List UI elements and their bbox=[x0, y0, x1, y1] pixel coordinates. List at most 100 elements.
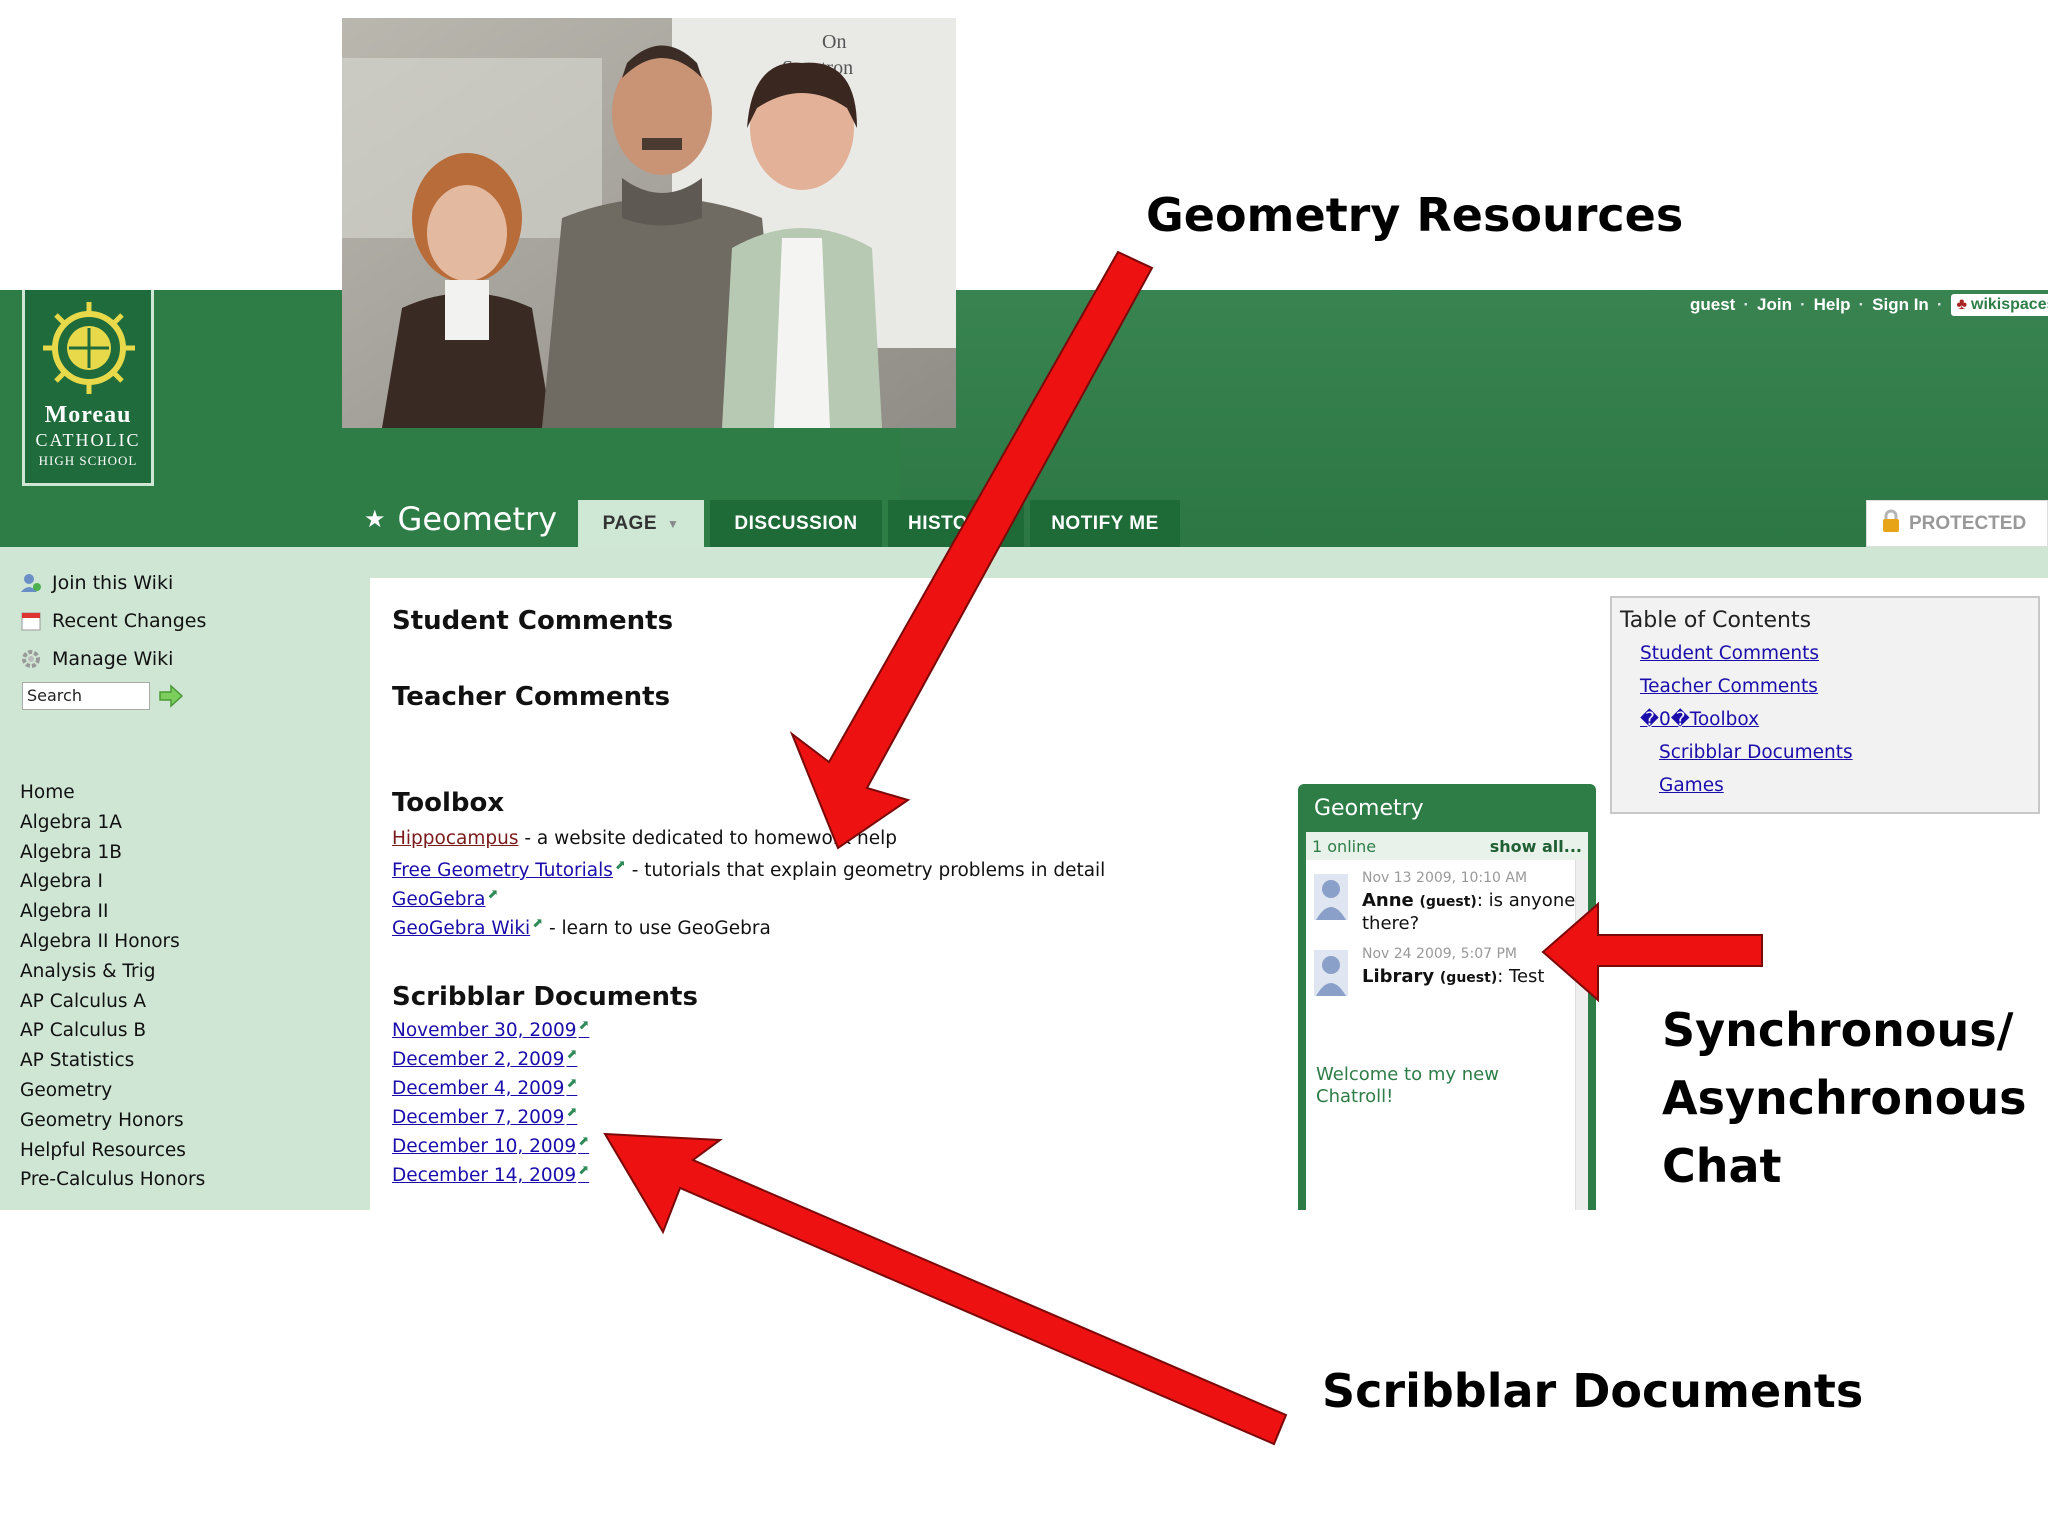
logo-line-1: Moreau bbox=[44, 402, 132, 428]
help-link[interactable]: Help bbox=[1814, 295, 1851, 315]
toc-link-scribblar-documents[interactable]: Scribblar Documents bbox=[1659, 742, 1853, 763]
sidebar-join-label: Join this Wiki bbox=[52, 572, 174, 594]
free-geometry-tutorials-link[interactable]: Free Geometry Tutorials bbox=[392, 860, 613, 881]
chat-user-tag: (guest) bbox=[1439, 970, 1498, 986]
external-link-icon: ⬈ bbox=[614, 858, 626, 873]
sidebar-nav-item[interactable]: Algebra II Honors bbox=[20, 931, 180, 952]
wikispaces-icon: ♣ bbox=[1956, 296, 1968, 313]
search-go-arrow-icon[interactable] bbox=[158, 684, 184, 708]
content-top-strip bbox=[370, 547, 2048, 578]
scribblar-document-link[interactable]: November 30, 2009 ⬈ bbox=[392, 1018, 589, 1041]
sidebar-nav-item[interactable]: Geometry bbox=[20, 1080, 112, 1101]
toc-link-games[interactable]: Games bbox=[1659, 775, 1724, 796]
toolbox-item: Hippocampus - a website dedicated to hom… bbox=[392, 828, 897, 849]
ship-wheel-icon bbox=[43, 302, 135, 394]
search-input[interactable]: Search bbox=[22, 682, 150, 710]
chat-online-bar: 1 online show all... bbox=[1306, 832, 1588, 860]
hippocampus-link[interactable]: Hippocampus bbox=[392, 828, 519, 849]
show-all-link[interactable]: show all... bbox=[1490, 837, 1582, 856]
chat-welcome-message: Welcome to my new Chatroll! bbox=[1316, 1064, 1499, 1107]
scribblar-document-label: December 14, 2009 bbox=[392, 1165, 577, 1187]
toc-link-teacher-comments[interactable]: Teacher Comments bbox=[1640, 676, 1818, 697]
toc-link-toolbox[interactable]: �0�Toolbox bbox=[1640, 709, 1759, 730]
sidebar-nav-item[interactable]: Algebra II bbox=[20, 901, 108, 922]
sidebar-join-wiki[interactable]: Join this Wiki bbox=[20, 572, 173, 594]
scribblar-document-link[interactable]: December 2, 2009 ⬈ bbox=[392, 1047, 577, 1070]
external-link-icon: ⬈ bbox=[578, 1134, 590, 1149]
sidebar-nav-item[interactable]: Algebra I bbox=[20, 871, 103, 892]
annotation-chat-line-3: Chat bbox=[1662, 1139, 1782, 1193]
scribblar-document-link[interactable]: December 7, 2009 ⬈ bbox=[392, 1105, 577, 1128]
scribblar-document-label: December 2, 2009 bbox=[392, 1049, 565, 1071]
scribblar-document-label: December 4, 2009 bbox=[392, 1078, 565, 1100]
sidebar-nav-item[interactable]: Home bbox=[20, 782, 75, 803]
toolbox-heading: Toolbox bbox=[392, 788, 505, 818]
protected-label: PROTECTED bbox=[1909, 512, 2027, 534]
scribblar-document-label: December 7, 2009 bbox=[392, 1107, 565, 1129]
chat-user: Anne bbox=[1362, 890, 1414, 911]
wikispaces-label: wikispaces bbox=[1971, 296, 2048, 313]
geogebra-link[interactable]: GeoGebra bbox=[392, 889, 485, 910]
teacher-comments-heading: Teacher Comments bbox=[392, 682, 671, 712]
annotation-chat-line-1: Synchronous/ bbox=[1662, 1003, 2014, 1057]
chat-scrollbar[interactable] bbox=[1575, 860, 1588, 1210]
external-link-icon: ⬈ bbox=[487, 887, 499, 902]
sidebar-nav-item[interactable]: AP Statistics bbox=[20, 1050, 134, 1071]
sidebar-nav-item[interactable]: Algebra 1A bbox=[20, 812, 122, 833]
tab-discussion[interactable]: DISCUSSION bbox=[710, 500, 882, 547]
tab-page-label: PAGE bbox=[602, 512, 658, 534]
sidebar-manage-wiki[interactable]: Manage Wiki bbox=[20, 648, 173, 670]
chat-message: Anne (guest): is anyone there? bbox=[1362, 890, 1582, 935]
sidebar-nav-item[interactable]: AP Calculus B bbox=[20, 1020, 146, 1041]
chat-message-time: Nov 24 2009, 5:07 PM bbox=[1362, 946, 1517, 962]
geogebra-wiki-link[interactable]: GeoGebra Wiki bbox=[392, 918, 530, 939]
external-link-icon: ⬈ bbox=[566, 1047, 578, 1062]
chat-user: Library bbox=[1362, 966, 1435, 987]
toc-link-student-comments[interactable]: Student Comments bbox=[1640, 643, 1819, 664]
avatar bbox=[1314, 950, 1348, 996]
sidebar-nav-item[interactable]: Analysis & Trig bbox=[20, 961, 155, 982]
external-link-icon: ⬈ bbox=[566, 1076, 578, 1091]
toolbox-item: GeoGebra Wiki ⬈ - learn to use GeoGebra bbox=[392, 916, 771, 939]
toolbox-item: Free Geometry Tutorials ⬈ - tutorials tha… bbox=[392, 858, 1105, 881]
annotation-geometry-resources: Geometry Resources bbox=[1146, 188, 1684, 242]
logo-line-3: HIGH SCHOOL bbox=[38, 453, 138, 468]
external-link-icon: ⬈ bbox=[578, 1018, 590, 1033]
toolbox-item: GeoGebra ⬈ bbox=[392, 887, 498, 910]
toolbox-item-desc: - learn to use GeoGebra bbox=[543, 918, 771, 940]
sidebar-nav-item[interactable]: Pre-Calculus Honors bbox=[20, 1169, 205, 1190]
teachers-photo: On Scantron bbox=[342, 18, 956, 428]
calendar-icon bbox=[20, 610, 42, 632]
chat-message-time: Nov 13 2009, 10:10 AM bbox=[1362, 870, 1528, 886]
wikispaces-badge[interactable]: ♣ wikispaces bbox=[1950, 294, 2048, 316]
user-links: guest · Join · Help · Sign In · ♣ wikisp… bbox=[1690, 290, 2048, 320]
annotation-chat-line-2: Asynchronous bbox=[1662, 1071, 2027, 1125]
sidebar-recent-label: Recent Changes bbox=[52, 610, 207, 632]
scribblar-document-link[interactable]: December 4, 2009 ⬈ bbox=[392, 1076, 577, 1099]
scribblar-heading: Scribblar Documents bbox=[392, 982, 698, 1012]
sidebar-nav-item[interactable]: AP Calculus A bbox=[20, 991, 146, 1012]
sign-in-link[interactable]: Sign In bbox=[1872, 295, 1929, 315]
chat-body: 1 online show all... Nov 13 2009, 10:10 … bbox=[1306, 832, 1588, 1210]
sidebar-nav-item[interactable]: Helpful Resources bbox=[20, 1140, 186, 1161]
sidebar-nav-item[interactable]: Algebra 1B bbox=[20, 842, 122, 863]
svg-text:On: On bbox=[822, 31, 846, 53]
annotation-chat: Synchronous/ Asynchronous Chat bbox=[1662, 996, 2042, 1200]
scribblar-document-link[interactable]: December 14, 2009 ⬈ bbox=[392, 1163, 589, 1186]
join-link[interactable]: Join bbox=[1757, 295, 1792, 315]
toolbox-item-desc: - tutorials that explain geometry proble… bbox=[625, 860, 1106, 882]
lock-icon bbox=[1881, 509, 1901, 539]
gear-icon bbox=[20, 648, 42, 670]
school-logo[interactable]: Moreau CATHOLIC HIGH SCHOOL bbox=[22, 290, 154, 486]
scribblar-document-link[interactable]: December 10, 2009 ⬈ bbox=[392, 1134, 589, 1157]
table-of-contents: Table of Contents Student Comments Teach… bbox=[1610, 596, 2040, 814]
toolbox-item-desc: - a website dedicated to homework help bbox=[518, 828, 898, 849]
star-icon[interactable]: ★ bbox=[364, 505, 386, 533]
tab-notify-me[interactable]: NOTIFY ME bbox=[1030, 500, 1180, 547]
toc-title: Table of Contents bbox=[1620, 608, 1812, 633]
sidebar-recent-changes[interactable]: Recent Changes bbox=[20, 610, 206, 632]
sidebar-nav-item[interactable]: Geometry Honors bbox=[20, 1110, 184, 1131]
tab-history[interactable]: HISTO bbox=[888, 500, 1024, 547]
user-add-icon bbox=[20, 572, 42, 594]
tab-page[interactable]: PAGE ▼ bbox=[578, 500, 704, 547]
